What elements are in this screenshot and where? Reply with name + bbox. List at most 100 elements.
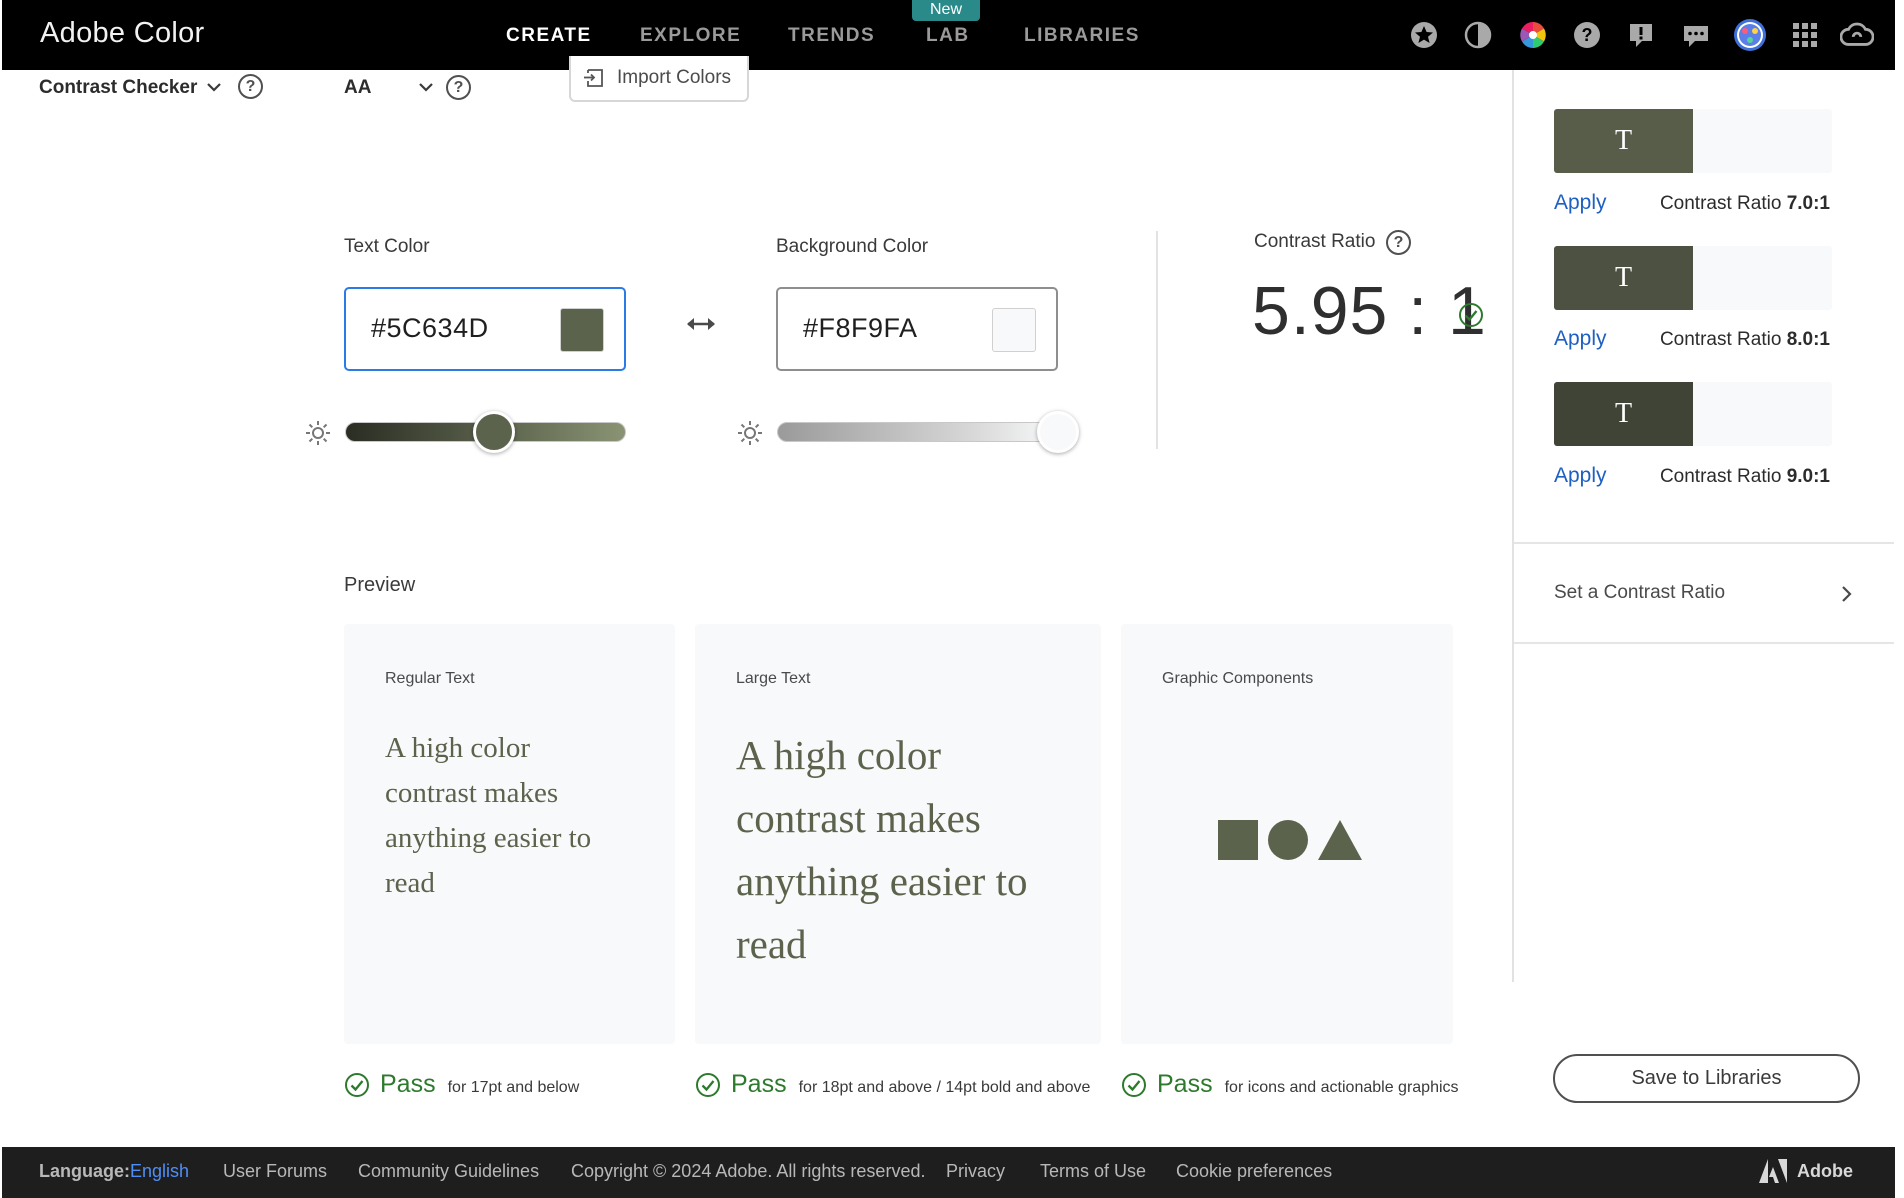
footer-link-terms[interactable]: Terms of Use (1040, 1161, 1146, 1182)
suggestion-swatch-3[interactable]: T (1554, 382, 1832, 446)
import-colors-button[interactable]: Import Colors (569, 56, 749, 102)
text-color-label: Text Color (344, 236, 430, 257)
text-color-swatch[interactable] (560, 308, 604, 352)
theme-toggle-icon[interactable] (1461, 18, 1495, 52)
level-help-icon[interactable]: ? (446, 75, 471, 100)
footer-copyright: Copyright © 2024 Adobe. All rights reser… (571, 1161, 926, 1181)
section-divider (1156, 231, 1158, 449)
tool-help-icon[interactable]: ? (238, 74, 263, 99)
apply-suggestion-2-link[interactable]: Apply (1554, 327, 1607, 351)
chevron-right-icon[interactable] (1839, 584, 1853, 604)
footer-link-user-forums[interactable]: User Forums (223, 1161, 327, 1182)
panel-divider (1514, 642, 1894, 644)
save-to-libraries-button[interactable]: Save to Libraries (1553, 1054, 1860, 1103)
footer-link-cookie-preferences[interactable]: Cookie preferences (1176, 1161, 1332, 1182)
adobe-footer-logo[interactable]: Adobe (1759, 1159, 1853, 1183)
pass-description: for 17pt and below (447, 1078, 580, 1096)
background-brightness-slider-thumb[interactable] (1037, 411, 1079, 453)
square-shape-icon (1218, 820, 1258, 860)
graphic-components-card-title: Graphic Components (1162, 670, 1314, 687)
regular-text-sample: A high color contrast makes anything eas… (385, 732, 592, 899)
tool-selector-chevron-down-icon[interactable] (206, 80, 222, 94)
text-color-hex[interactable]: #5C634D (371, 313, 489, 344)
background-color-label: Background Color (776, 236, 929, 257)
pass-label: Pass (1157, 1070, 1213, 1098)
level-selector-label[interactable]: AA (344, 77, 371, 99)
background-color-hex[interactable]: #F8F9FA (803, 313, 918, 344)
large-text-card-title: Large Text (736, 670, 811, 687)
help-icon[interactable]: ? (1570, 18, 1604, 52)
adobe-logo-icon (1759, 1159, 1787, 1183)
graphic-components-pass-status: Pass for icons and actionable graphics (1121, 1070, 1459, 1099)
regular-text-pass-status: Pass for 17pt and below (344, 1070, 579, 1099)
suggestion-2-ratio: Contrast Ratio 8.0:1 (1659, 329, 1830, 350)
nav-explore[interactable]: EXPLORE (640, 25, 741, 47)
apply-suggestion-1-link[interactable]: Apply (1554, 191, 1607, 215)
nav-trends[interactable]: TRENDS (788, 25, 875, 47)
background-color-input[interactable]: #F8F9FA (776, 287, 1058, 371)
nav-create[interactable]: CREATE (506, 25, 592, 47)
contrast-ratio-help-icon[interactable]: ? (1386, 230, 1411, 255)
panel-divider (1514, 542, 1894, 544)
circle-shape-icon (1268, 820, 1308, 860)
swap-colors-icon[interactable] (686, 314, 716, 334)
feedback-icon[interactable] (1624, 18, 1658, 52)
suggestion-swatch-2[interactable]: T (1554, 246, 1832, 310)
suggestion-preview-2: T (1554, 246, 1693, 310)
text-brightness-slider-thumb[interactable] (472, 411, 515, 453)
pass-description: for 18pt and above / 14pt bold and above (798, 1078, 1091, 1096)
suggestions-panel: T Apply Contrast Ratio 7.0:1 T Apply Con… (1512, 70, 1894, 982)
top-navigation-bar: Adobe Color CREATE EXPLORE TRENDS New LA… (2, 0, 1895, 70)
import-colors-label: Import Colors (617, 67, 732, 88)
large-text-pass-status: Pass for 18pt and above / 14pt bold and … (695, 1070, 1090, 1099)
contrast-pass-check-icon (1459, 303, 1483, 327)
pass-label: Pass (380, 1070, 436, 1098)
regular-text-card-title: Regular Text (385, 670, 475, 687)
favorites-icon[interactable] (1407, 18, 1441, 52)
large-text-card: Large Text A high color contrast makes a… (695, 624, 1101, 1044)
preview-title: Preview (344, 574, 416, 596)
suggestion-preview-1: T (1554, 109, 1693, 173)
contrast-ratio-value: 5.95 : 1 (1252, 273, 1487, 349)
nav-lab[interactable]: LAB (926, 25, 970, 47)
footer: Language: English User Forums Community … (2, 1147, 1895, 1198)
color-wheel-icon[interactable] (1516, 18, 1550, 52)
regular-text-card: Regular Text A high color contrast makes… (344, 624, 675, 1044)
tool-selector-label[interactable]: Contrast Checker (39, 77, 197, 99)
text-brightness-sun-icon (306, 421, 330, 445)
apply-suggestion-3-link[interactable]: Apply (1554, 464, 1607, 488)
chat-icon[interactable] (1679, 18, 1713, 52)
suggestion-swatch-1[interactable]: T (1554, 109, 1832, 173)
nav-libraries[interactable]: LIBRARIES (1024, 25, 1140, 47)
footer-link-privacy[interactable]: Privacy (946, 1161, 1005, 1182)
footer-link-community-guidelines[interactable]: Community Guidelines (358, 1161, 539, 1182)
set-contrast-ratio-label[interactable]: Set a Contrast Ratio (1554, 582, 1725, 604)
new-badge: New (912, 0, 980, 21)
apps-grid-icon[interactable] (1788, 18, 1822, 52)
text-color-input[interactable]: #5C634D (344, 287, 626, 371)
pass-check-icon (696, 1072, 720, 1097)
creative-cloud-icon[interactable] (1840, 18, 1874, 52)
graphic-shapes (1218, 820, 1362, 860)
pass-label: Pass (731, 1070, 787, 1098)
suggestion-1-ratio: Contrast Ratio 7.0:1 (1659, 193, 1830, 214)
pass-check-icon (1122, 1072, 1146, 1097)
large-text-sample: A high color contrast makes anything eas… (736, 732, 1028, 967)
pass-check-icon (345, 1072, 369, 1097)
background-color-swatch[interactable] (992, 308, 1036, 352)
import-icon (584, 69, 603, 87)
language-selector[interactable]: English (130, 1161, 189, 1182)
language-label: Language: (39, 1161, 131, 1181)
triangle-shape-icon (1318, 820, 1362, 860)
graphic-components-card: Graphic Components (1121, 624, 1453, 1044)
level-selector-chevron-down-icon[interactable] (418, 80, 434, 94)
brand-logo[interactable]: Adobe Color (40, 17, 205, 50)
pass-description: for icons and actionable graphics (1224, 1078, 1459, 1096)
suggestion-preview-3: T (1554, 382, 1693, 446)
background-brightness-sun-icon (738, 421, 762, 445)
avatar[interactable] (1733, 18, 1767, 52)
contrast-ratio-label: Contrast Ratio (1254, 231, 1376, 252)
background-brightness-slider[interactable] (777, 422, 1058, 442)
adobe-logo-text: Adobe (1797, 1160, 1853, 1181)
svg-text:?: ? (1582, 25, 1593, 45)
